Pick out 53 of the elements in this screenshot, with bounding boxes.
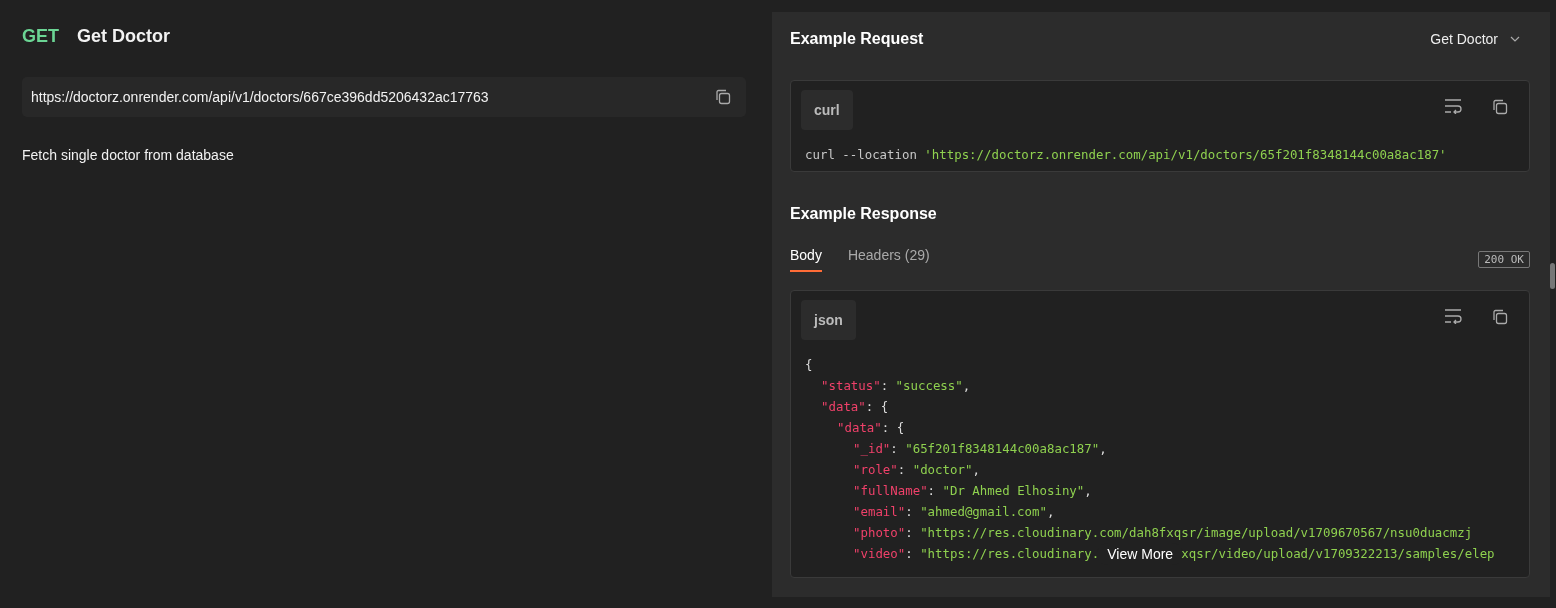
punctuation: , — [972, 461, 980, 479]
string-value: "https://res.cloudinary.com/dah8fxqsr/image/upload/v1709670567/nsu0duacmzj — [920, 524, 1473, 542]
url-text: https://doctorz.onrender.com/api/v1/doctors/667ce396dd5206432ac17763 — [31, 89, 489, 105]
tab[interactable]: Body — [790, 247, 822, 272]
tab[interactable]: Headers (29) — [847, 247, 930, 272]
status-badge: 200 OK — [1478, 251, 1530, 268]
punctuation: : — [880, 377, 890, 395]
punctuation: , — [1046, 503, 1055, 521]
punctuation: : — [905, 545, 914, 563]
chevron-down-icon — [1510, 36, 1520, 42]
json-key: "fullName" — [853, 480, 928, 501]
string-value: "65f201f8348144c00a8ac187" — [905, 440, 1100, 458]
language-tag: json — [801, 300, 856, 340]
json-key: "status" — [821, 375, 881, 396]
punctuation: : — [897, 461, 907, 479]
request-title: Get Doctor — [77, 26, 171, 47]
code-text: curl --location — [805, 146, 918, 164]
string-value: "ahmed@gmail.com" — [920, 503, 1047, 521]
string-value: xqsr/video/upload/v1709322213/samples/elep — [1181, 545, 1495, 563]
punctuation: : { — [881, 419, 905, 437]
string-value: 'https://doctorz.onrender.com/api/v1/doctors/65f201f8348144c00a8ac187' — [924, 146, 1447, 164]
json-key: "_id" — [853, 438, 891, 459]
punctuation: : — [890, 440, 899, 458]
string-value: "https://res.cloudinary. — [920, 545, 1100, 563]
json-key: "role" — [853, 459, 898, 480]
punctuation: : — [905, 524, 914, 542]
description: Fetch single doctor from database — [22, 147, 235, 163]
section-heading: Example Request — [790, 30, 924, 48]
copy-icon[interactable] — [1491, 98, 1509, 116]
scrollbar-thumb[interactable] — [1550, 263, 1555, 289]
json-key: "data" — [837, 417, 882, 438]
punctuation: : — [905, 503, 914, 521]
example-selector[interactable]: Get Doctor — [1430, 31, 1530, 47]
method-label: GET — [22, 26, 59, 47]
wrap-icon[interactable] — [1443, 98, 1463, 114]
json-key: "video" — [853, 543, 906, 565]
punctuation: : { — [865, 398, 889, 416]
punctuation: , — [1084, 482, 1092, 500]
json-key: "email" — [853, 501, 906, 522]
json-key: "data" — [821, 396, 866, 417]
language-tag: curl — [801, 90, 853, 130]
copy-icon[interactable] — [1491, 308, 1509, 326]
string-value: "success" — [895, 377, 963, 395]
punctuation: : — [927, 482, 937, 500]
copy-icon[interactable] — [714, 88, 732, 106]
string-value: "Dr Ahmed Elhosiny" — [942, 482, 1085, 500]
punctuation: , — [1099, 440, 1107, 458]
wrap-icon[interactable] — [1443, 308, 1463, 324]
json-key: "photo" — [853, 522, 906, 543]
section-heading: Example Response — [790, 205, 938, 223]
punctuation: { — [805, 356, 813, 374]
string-value: "doctor" — [912, 461, 973, 479]
punctuation: , — [962, 377, 971, 395]
